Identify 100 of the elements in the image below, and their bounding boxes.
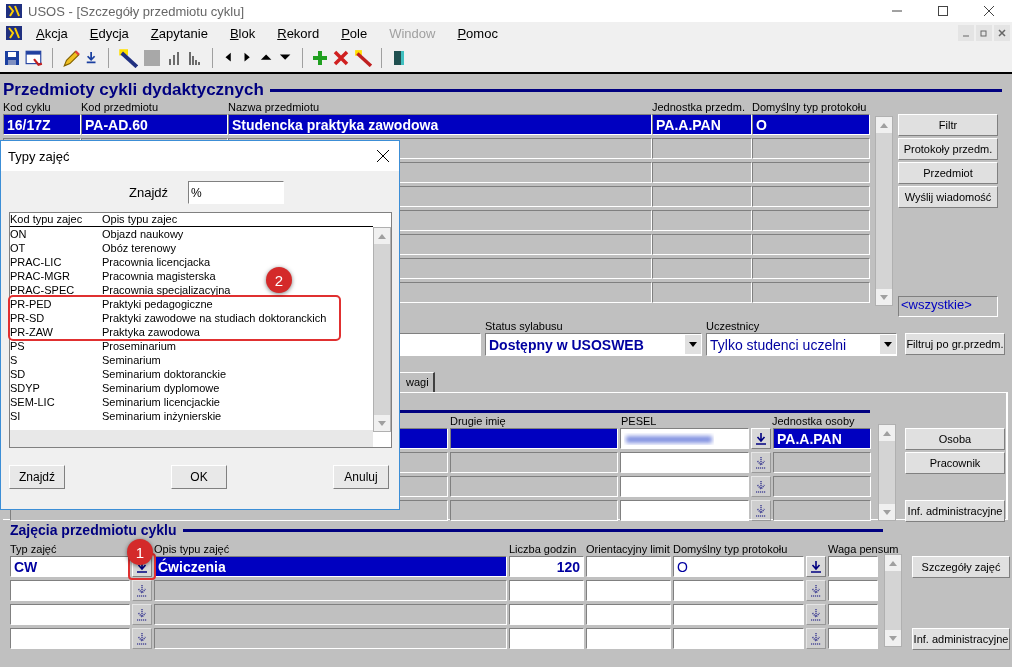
- table-cell[interactable]: [773, 476, 871, 497]
- table-cell[interactable]: [450, 500, 618, 521]
- list-item[interactable]: PS Proseminarium: [10, 339, 176, 353]
- list-item[interactable]: ON Objazd naukowy: [10, 227, 184, 241]
- menu-item[interactable]: Pole: [341, 25, 368, 41]
- download-icon[interactable]: [85, 51, 99, 65]
- table-cell[interactable]: [673, 580, 804, 601]
- preview-icon[interactable]: [25, 49, 43, 67]
- list-item[interactable]: SEM-LIC Seminarium licencjackie: [10, 395, 220, 409]
- action-button[interactable]: Inf. administracyjne: [905, 500, 1005, 522]
- scrollbar[interactable]: [373, 227, 391, 432]
- table-cell[interactable]: [652, 258, 752, 279]
- table-cell[interactable]: [450, 452, 618, 473]
- status-dropdown[interactable]: Dostępny w USOSWEB: [485, 333, 702, 356]
- list-item[interactable]: SDYP Seminarium dyplomowe: [10, 381, 220, 395]
- maximize-icon[interactable]: [938, 6, 948, 16]
- list-item[interactable]: OT Obóz terenowy: [10, 241, 176, 255]
- list-item[interactable]: PRAC-MGR Pracownia magisterska: [10, 269, 216, 283]
- bars-icon[interactable]: [187, 50, 203, 66]
- close-button[interactable]: [994, 25, 1010, 41]
- menu-item[interactable]: Pomoc: [457, 25, 498, 41]
- table-cell[interactable]: [10, 604, 130, 625]
- table-cell[interactable]: [652, 282, 752, 303]
- table-cell[interactable]: [10, 580, 130, 601]
- scroll-up-button[interactable]: [879, 425, 895, 441]
- table-cell[interactable]: [673, 604, 804, 625]
- table-cell[interactable]: [752, 234, 870, 255]
- book-icon[interactable]: [391, 50, 407, 66]
- scroll-down-button[interactable]: [879, 504, 895, 520]
- pesel-field[interactable]: [620, 476, 749, 497]
- filter-button[interactable]: Filtruj po gr.przedm.: [905, 333, 1005, 355]
- square-icon[interactable]: [143, 49, 161, 67]
- menu-item[interactable]: Zapytanie: [150, 25, 208, 41]
- table-cell[interactable]: 120: [509, 556, 584, 577]
- table-cell[interactable]: [154, 580, 507, 601]
- pencil-icon[interactable]: [62, 49, 80, 67]
- menu-item[interactable]: Rekord: [277, 25, 320, 41]
- table-cell[interactable]: [509, 580, 584, 601]
- menu-item[interactable]: Akcja: [36, 25, 68, 41]
- scroll-down-button[interactable]: [885, 630, 901, 646]
- table-cell[interactable]: PA.A.PAN: [652, 114, 752, 135]
- scroll-up-button[interactable]: [374, 228, 390, 244]
- table-cell[interactable]: [752, 282, 870, 303]
- lov-button[interactable]: [751, 428, 771, 449]
- search-field[interactable]: %: [188, 181, 285, 204]
- pesel-field[interactable]: [620, 500, 749, 521]
- table-cell[interactable]: [752, 258, 870, 279]
- table-cell[interactable]: [652, 162, 752, 183]
- pesel-field[interactable]: [620, 428, 749, 449]
- table-cell[interactable]: [828, 604, 878, 625]
- pesel-field[interactable]: [620, 452, 749, 473]
- table-cell[interactable]: [752, 162, 870, 183]
- table-cell[interactable]: [154, 604, 507, 625]
- wand-icon[interactable]: [354, 49, 372, 67]
- scroll-up-button[interactable]: [885, 555, 901, 571]
- lov-button[interactable]: [806, 556, 826, 577]
- dialog-button[interactable]: OK: [171, 465, 227, 489]
- dialog-button[interactable]: Znajdź: [9, 465, 65, 489]
- action-button[interactable]: Inf. administracyjne: [912, 628, 1010, 650]
- table-cell[interactable]: O: [673, 556, 804, 577]
- table-cell[interactable]: PA-AD.60: [81, 114, 228, 135]
- table-cell[interactable]: PA.A.PAN: [773, 428, 871, 449]
- list-item[interactable]: SI Seminarium inżynierskie: [10, 409, 222, 423]
- x-icon[interactable]: [333, 50, 349, 66]
- scrollbar[interactable]: [878, 424, 896, 521]
- table-cell[interactable]: [673, 628, 804, 649]
- list-item[interactable]: S Seminarium: [10, 353, 161, 367]
- table-cell[interactable]: [828, 556, 878, 577]
- action-button[interactable]: Wyślij wiadomość: [898, 186, 998, 208]
- table-cell[interactable]: 16/17Z: [3, 114, 81, 135]
- close-icon[interactable]: [984, 6, 994, 16]
- table-cell[interactable]: O: [752, 114, 870, 135]
- scrollbar[interactable]: [884, 554, 902, 647]
- plus-icon[interactable]: [312, 50, 328, 66]
- table-cell[interactable]: [154, 628, 507, 649]
- list-item[interactable]: SD Seminarium doktoranckie: [10, 367, 227, 381]
- list-item[interactable]: PR-SD Praktyki zawodowe na studiach doktoranckich: [10, 311, 327, 325]
- list-item[interactable]: PR-PED Praktyki pedagogiczne: [10, 297, 213, 311]
- table-cell[interactable]: [652, 234, 752, 255]
- table-cell[interactable]: [752, 186, 870, 207]
- scrollbar[interactable]: [875, 116, 893, 306]
- scroll-down-button[interactable]: [374, 415, 390, 431]
- action-button[interactable]: Osoba: [905, 428, 1005, 450]
- action-button[interactable]: Filtr: [898, 114, 998, 136]
- table-cell[interactable]: [773, 500, 871, 521]
- action-button[interactable]: Pracownik: [905, 452, 1005, 474]
- scroll-up-button[interactable]: [876, 117, 892, 133]
- action-button[interactable]: Szczegóły zajęć: [912, 556, 1010, 578]
- list-item[interactable]: PRAC-LIC Pracownia licencjacka: [10, 255, 211, 269]
- table-cell[interactable]: [509, 628, 584, 649]
- table-cell[interactable]: [586, 604, 671, 625]
- table-cell[interactable]: [773, 452, 871, 473]
- action-button[interactable]: Protokoły przedm.: [898, 138, 998, 160]
- wand-icon[interactable]: [118, 48, 138, 68]
- table-cell[interactable]: CW: [10, 556, 130, 577]
- table-cell[interactable]: [10, 628, 130, 649]
- bars-icon[interactable]: [166, 50, 182, 66]
- table-cell[interactable]: [652, 138, 752, 159]
- list-item[interactable]: PRAC-SPEC Pracownia specjalizacyjna: [10, 283, 231, 297]
- table-cell[interactable]: [752, 210, 870, 231]
